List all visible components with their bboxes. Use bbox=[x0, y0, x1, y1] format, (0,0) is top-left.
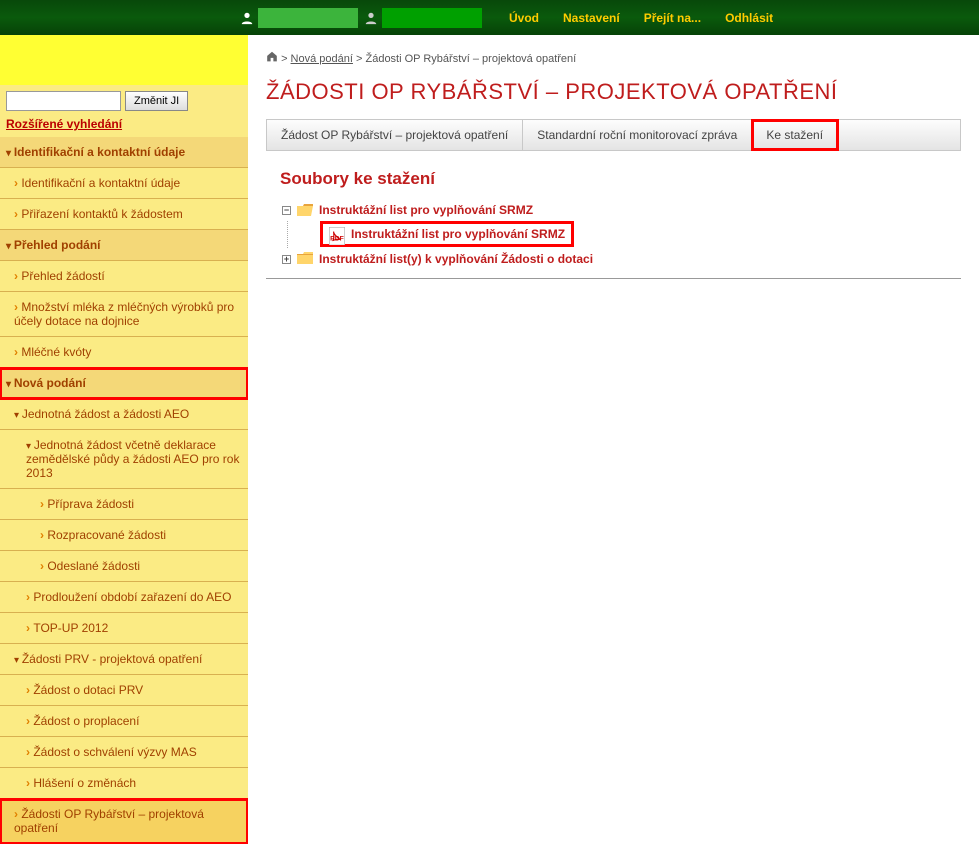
nav-prejit[interactable]: Přejít na... bbox=[632, 11, 713, 25]
nav-prv-dotaci[interactable]: Žádost o dotaci PRV bbox=[0, 675, 248, 706]
breadcrumb: > Nová podání > Žádosti OP Rybářství – p… bbox=[266, 45, 961, 79]
breadcrumb-sep1: > bbox=[281, 53, 290, 65]
nav-odhlasit[interactable]: Odhlásit bbox=[713, 11, 785, 25]
tree-file-1-highlight: PDF Instruktážní list pro vyplňování SRM… bbox=[320, 221, 574, 247]
sidebar-header bbox=[0, 35, 248, 85]
search-input[interactable] bbox=[6, 91, 121, 111]
nav-prv-vyzvy[interactable]: Žádost o schválení výzvy MAS bbox=[0, 737, 248, 768]
tree-file-1[interactable]: PDF Instruktážní list pro vyplňování SRM… bbox=[329, 227, 565, 241]
change-ji-button[interactable]: Změnit JI bbox=[125, 91, 188, 111]
nav-ident-item2[interactable]: Přiřazení kontaktů k žádostem bbox=[0, 199, 248, 230]
nav-prehled-item3[interactable]: Mléčné kvóty bbox=[0, 337, 248, 368]
sub-title: Soubory ke stažení bbox=[266, 151, 961, 199]
nav-nastaveni[interactable]: Nastavení bbox=[551, 11, 632, 25]
nav-ident-item1[interactable]: Identifikační a kontaktní údaje bbox=[0, 168, 248, 199]
topbar-user-section bbox=[8, 0, 482, 35]
breadcrumb-current: Žádosti OP Rybářství – projektová opatře… bbox=[365, 53, 576, 65]
tree-toggle-plus-icon[interactable]: + bbox=[282, 255, 291, 264]
home-icon[interactable] bbox=[266, 53, 281, 65]
tab-zprava[interactable]: Standardní roční monitorovací zpráva bbox=[523, 120, 752, 150]
nav-nova-header[interactable]: Nová podání bbox=[0, 368, 248, 399]
nav-odeslane[interactable]: Odeslané žádosti bbox=[0, 551, 248, 582]
tree-folder-1-label: Instruktážní list pro vyplňování SRMZ bbox=[319, 203, 533, 217]
nav-prv-hlaseni[interactable]: Hlášení o změnách bbox=[0, 768, 248, 799]
advanced-search-link[interactable]: Rozšířené vyhledání bbox=[0, 117, 248, 137]
tab-bar: Žádost OP Rybářství – projektová opatřen… bbox=[266, 119, 961, 151]
tab-stazeni[interactable]: Ke stažení bbox=[752, 120, 838, 150]
file-tree: − Instruktážní list pro vyplňování SRMZ … bbox=[266, 199, 961, 270]
nav-topup[interactable]: TOP-UP 2012 bbox=[0, 613, 248, 644]
nav-rybarstvi[interactable]: Žádosti OP Rybářství – projektová opatře… bbox=[0, 799, 248, 844]
nav-prehled-item2[interactable]: Množství mléka z mléčných výrobků pro úč… bbox=[0, 292, 248, 337]
nav-prv-proplaceni[interactable]: Žádost o proplacení bbox=[0, 706, 248, 737]
topbar-nav: Úvod Nastavení Přejít na... Odhlásit bbox=[497, 0, 785, 35]
folder-open-icon bbox=[297, 203, 313, 217]
tree-folder-2[interactable]: + Instruktážní list(y) k vyplňování Žádo… bbox=[282, 248, 961, 270]
nav-prodlouzeni[interactable]: Prodloužení období zařazení do AEO bbox=[0, 582, 248, 613]
content-area: > Nová podání > Žádosti OP Rybářství – p… bbox=[248, 35, 979, 844]
search-row: Změnit JI bbox=[0, 85, 248, 117]
user-block-1 bbox=[240, 8, 358, 28]
nav-prv-header[interactable]: Žádosti PRV - projektová opatření bbox=[0, 644, 248, 675]
nav-rozprac[interactable]: Rozpracované žádosti bbox=[0, 520, 248, 551]
page-title: ŽÁDOSTI OP RYBÁŘSTVÍ – PROJEKTOVÁ OPATŘE… bbox=[266, 79, 961, 119]
user-icon bbox=[364, 11, 378, 25]
nav-priprava[interactable]: Příprava žádosti bbox=[0, 489, 248, 520]
tree-folder-2-label: Instruktážní list(y) k vyplňování Žádost… bbox=[319, 252, 593, 266]
nav-prehled-item1[interactable]: Přehled žádostí bbox=[0, 261, 248, 292]
nav-jednotna-header[interactable]: Jednotná žádost a žádosti AEO bbox=[0, 399, 248, 430]
tree-divider bbox=[266, 278, 961, 279]
tree-folder-1[interactable]: − Instruktážní list pro vyplňování SRMZ bbox=[282, 199, 961, 221]
tree-file-1-label: Instruktážní list pro vyplňování SRMZ bbox=[351, 227, 565, 241]
breadcrumb-sep2: > bbox=[353, 53, 366, 65]
breadcrumb-nova[interactable]: Nová podání bbox=[291, 53, 353, 65]
user-block-2 bbox=[364, 8, 482, 28]
nav-uvod[interactable]: Úvod bbox=[497, 11, 551, 25]
nav-prehled-header[interactable]: Přehled podání bbox=[0, 230, 248, 261]
nav-ident-header[interactable]: Identifikační a kontaktní údaje bbox=[0, 137, 248, 168]
pdf-icon: PDF bbox=[329, 227, 345, 241]
tab-zadost[interactable]: Žádost OP Rybářství – projektová opatřen… bbox=[267, 120, 523, 150]
user-field-1 bbox=[258, 8, 358, 28]
folder-icon bbox=[297, 252, 313, 266]
top-bar: Úvod Nastavení Přejít na... Odhlásit bbox=[0, 0, 979, 35]
tree-toggle-minus-icon[interactable]: − bbox=[282, 206, 291, 215]
nav-jednotna-sub[interactable]: Jednotná žádost včetně deklarace zeměděl… bbox=[0, 430, 248, 489]
user-field-2 bbox=[382, 8, 482, 28]
user-icon bbox=[240, 11, 254, 25]
sidebar: Změnit JI Rozšířené vyhledání Identifika… bbox=[0, 35, 248, 844]
